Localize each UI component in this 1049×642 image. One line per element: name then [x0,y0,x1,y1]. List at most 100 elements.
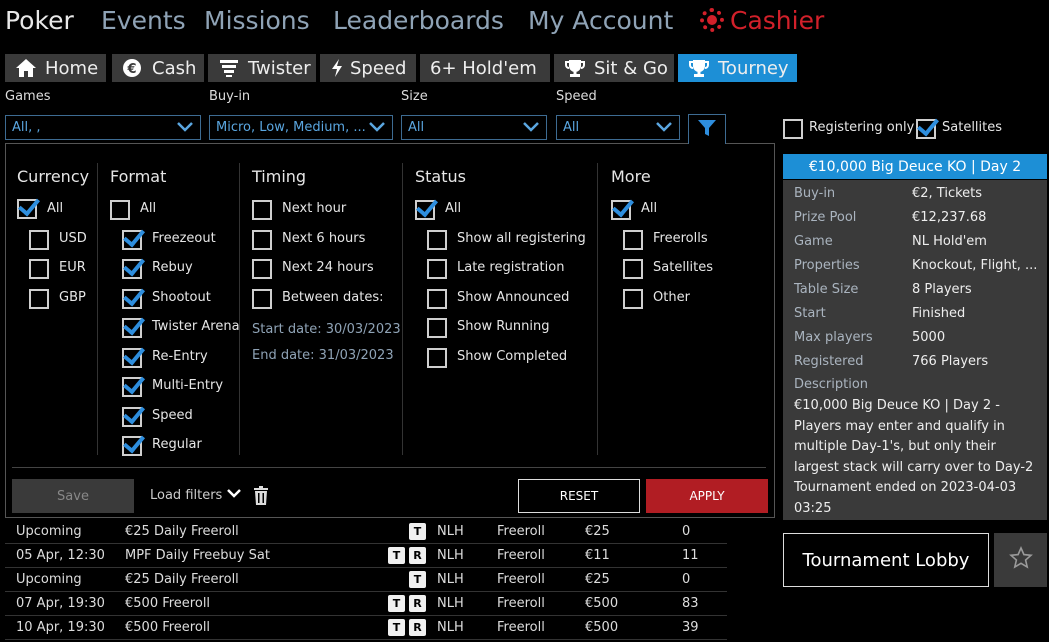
chevron-down-icon [522,120,540,138]
chevron-down-icon [227,489,242,498]
games-dropdown[interactable]: All, , [5,115,201,140]
timing-next-24-checkbox[interactable] [252,259,272,279]
more-freerolls-label: Freerolls [653,231,708,246]
buyin-dropdown[interactable]: Micro, Low, Medium, ... [209,115,393,140]
tab-tourney[interactable]: Tourney [678,54,797,82]
tab-twister[interactable]: Twister [208,54,316,82]
format-all-checkbox[interactable] [110,200,130,220]
nav-missions[interactable]: Missions [204,6,310,35]
registering-only-checkbox[interactable] [783,119,803,139]
filter-toggle-button[interactable] [688,114,726,144]
format-rebuy-checkbox[interactable] [122,259,142,279]
filter-funnel-icon [697,118,717,142]
more-satellites-checkbox[interactable] [623,259,643,279]
buyin-dropdown-value: Micro, Low, Medium, ... [216,120,366,135]
nav-cashier-label: Cashier [730,6,825,35]
status-announced-label: Show Announced [457,290,570,305]
format-speed-checkbox[interactable] [122,407,142,427]
nav-poker[interactable]: Poker [5,6,74,35]
format-regular-label: Regular [152,437,202,452]
reset-button[interactable]: RESET [518,479,640,513]
status-announced-checkbox[interactable] [427,289,447,309]
status-title: Status [415,167,466,186]
more-all-label: All [641,201,658,216]
row-name: €500 Freeroll [125,596,211,611]
timing-title: Timing [252,167,307,186]
row-players: 83 [682,596,699,611]
row-players: 39 [682,620,699,635]
table-row[interactable]: Upcoming €25 Daily Freeroll T NLH Freero… [5,568,727,592]
format-shootout-checkbox[interactable] [122,289,142,309]
row-game: NLH [437,524,464,539]
table-row[interactable]: 05 Apr, 12:30 MPF Daily Freebuy Sat T R … [5,544,727,568]
row-prize: €500 [585,596,619,611]
currency-gbp-label: GBP [59,290,86,305]
more-all-checkbox[interactable] [611,200,631,220]
table-row[interactable]: 10 Apr, 19:30 €500 Freeroll T R NLH Free… [5,616,727,640]
row-type: Freeroll [497,596,545,611]
nav-cashier[interactable]: Cashier [700,6,824,35]
tab-sit-and-go[interactable]: Sit & Go [554,54,674,82]
format-multientry-checkbox[interactable] [122,377,142,397]
nav-my-account[interactable]: My Account [528,6,673,35]
table-row[interactable]: 07 Apr, 19:30 €500 Freeroll T R NLH Free… [5,592,727,616]
status-running-checkbox[interactable] [427,318,447,338]
tab-holdem[interactable]: 6+ Hold'em [420,54,550,82]
status-late-registration-checkbox[interactable] [427,259,447,279]
tournament-lobby-button[interactable]: Tournament Lobby [783,533,989,587]
format-twister-arena-checkbox[interactable] [122,318,142,338]
timing-between-checkbox[interactable] [252,289,272,309]
status-registering-checkbox[interactable] [427,230,447,250]
row-time: 10 Apr, 19:30 [16,620,105,635]
timing-next-hour-checkbox[interactable] [252,200,272,220]
size-dropdown[interactable]: All [401,115,547,140]
row-game: NLH [437,572,464,587]
speed-dropdown[interactable]: All [556,115,680,140]
registering-only-label: Registering only [809,120,915,135]
status-completed-checkbox[interactable] [427,348,447,368]
format-reentry-checkbox[interactable] [122,348,142,368]
currency-gbp-checkbox[interactable] [29,289,49,309]
format-regular-checkbox[interactable] [122,436,142,456]
table-row[interactable]: Upcoming €25 Daily Freeroll T NLH Freero… [5,520,727,544]
home-icon [15,58,37,78]
timing-next-6-label: Next 6 hours [282,231,366,246]
nav-leaderboards[interactable]: Leaderboards [333,6,504,35]
info-registered-value: 766 Players [912,354,989,369]
more-other-checkbox[interactable] [623,289,643,309]
more-freerolls-checkbox[interactable] [623,230,643,250]
nav-events[interactable]: Events [101,6,186,35]
trash-icon[interactable] [253,486,269,510]
tab-home[interactable]: Home [5,54,106,82]
trophy-icon [688,58,710,78]
end-date-field[interactable]: End date: 31/03/2023 [252,348,394,363]
row-prize: €500 [585,620,619,635]
favorite-button[interactable] [994,533,1047,587]
load-filters-label: Load filters [150,488,223,503]
info-table-size-key: Table Size [794,282,859,297]
status-late-registration-label: Late registration [457,260,565,275]
start-date-field[interactable]: Start date: 30/03/2023 [252,322,401,337]
chevron-down-icon [176,120,194,138]
trophy-icon [564,58,586,78]
badge-t: T [388,547,405,564]
info-max-players-key: Max players [794,330,873,345]
format-freezeout-checkbox[interactable] [122,230,142,250]
tab-cash[interactable]: € Cash [112,54,204,82]
row-prize: €25 [585,572,610,587]
load-filters-button[interactable]: Load filters [150,487,242,503]
chevron-down-icon [655,120,673,138]
save-button[interactable]: Save [12,479,134,513]
tournament-description: €10,000 Big Deuce KO | Day 2 - Players m… [794,398,1034,516]
tab-speed-label: Speed [350,57,407,79]
currency-usd-checkbox[interactable] [29,230,49,250]
tab-speed[interactable]: Speed [320,54,416,82]
apply-button[interactable]: APPLY [646,479,768,513]
row-name: €500 Freeroll [125,620,211,635]
currency-eur-checkbox[interactable] [29,259,49,279]
info-prize-key: Prize Pool [794,210,857,225]
timing-next-6-checkbox[interactable] [252,230,272,250]
currency-all-checkbox[interactable] [17,199,37,219]
satellites-checkbox[interactable] [916,119,936,139]
status-all-checkbox[interactable] [415,200,435,220]
